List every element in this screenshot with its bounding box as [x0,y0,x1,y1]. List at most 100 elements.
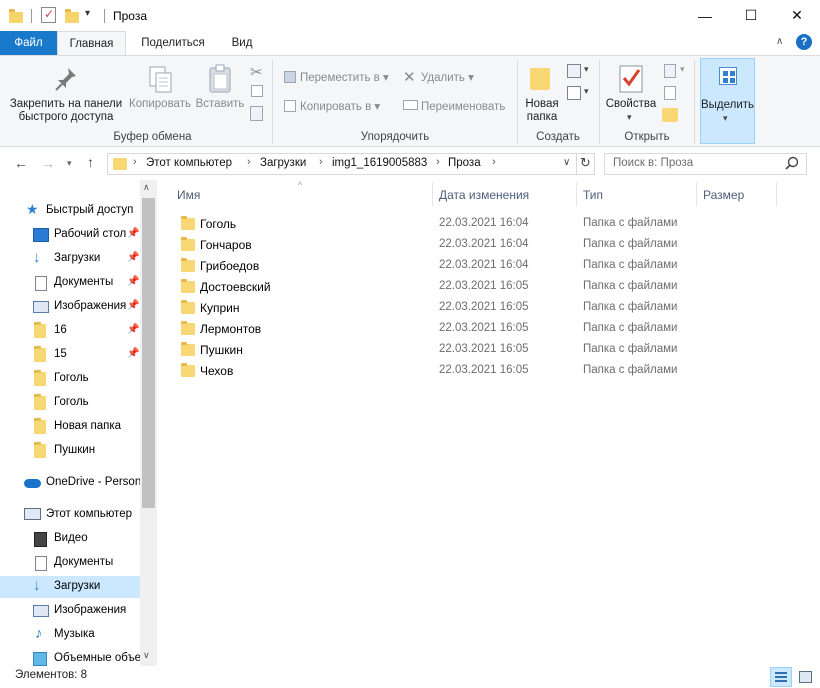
back-button[interactable]: ← [14,155,28,171]
divider[interactable] [432,182,433,206]
forward-button[interactable]: → [41,155,55,171]
nav-scrollbar[interactable]: ∧ ∨ [140,180,157,666]
list-item[interactable]: Пушкин 22.03.2021 16:05 Папка с файлами [172,339,692,360]
move-to-button[interactable]: Переместить в ▾ [300,72,389,85]
document-icon [35,556,47,571]
copy-to-button[interactable]: Копировать в ▾ [300,101,380,114]
sort-ascending-icon: ^ [298,180,303,190]
column-size[interactable]: Размер [703,188,744,202]
details-view-button[interactable] [770,667,792,687]
tab-file[interactable]: Файл [0,31,57,55]
recent-locations-button[interactable]: ▾ [67,158,72,169]
address-history-dropdown[interactable]: ∨ [563,157,570,168]
qat-customize-dropdown[interactable]: ▾ [85,8,90,19]
chevron-down-icon: ▾ [627,112,632,122]
column-date[interactable]: Дата изменения [439,188,529,202]
breadcrumb-img1[interactable]: img1_1619005883 [332,157,427,169]
pin-button[interactable]: Закрепить на панели быстрого доступа [6,98,126,124]
list-item[interactable]: Достоевский 22.03.2021 16:05 Папка с фай… [172,276,692,297]
minimize-button[interactable]: — [682,0,728,31]
scroll-down-icon[interactable]: ∨ [143,650,150,661]
search-input[interactable]: Поиск в: Проза [604,153,807,175]
divider[interactable] [576,182,577,206]
list-item[interactable]: Чехов 22.03.2021 16:05 Папка с файлами [172,360,692,381]
breadcrumb-this-pc[interactable]: Этот компьютер [146,157,232,169]
tab-share[interactable]: Поделиться [130,31,216,55]
rename-button[interactable]: Переименовать [421,101,505,114]
list-item[interactable]: Грибоедов 22.03.2021 16:04 Папка с файла… [172,255,692,276]
divider [31,9,32,23]
nav-music[interactable]: ♪ Музыка [0,624,140,646]
history-icon[interactable] [662,108,678,122]
nav-quick-access[interactable]: ★ Быстрый доступ [0,200,140,222]
paste-shortcut-icon[interactable] [250,106,263,121]
divider[interactable] [776,182,777,206]
folder-icon [181,216,195,230]
column-type[interactable]: Тип [583,188,603,202]
open-icon[interactable] [664,64,676,78]
item-type: Папка с файлами [583,280,678,292]
nav-recent-gogol-2[interactable]: Гоголь [0,392,140,414]
nav-downloads[interactable]: ↓ Загрузки 📌 [0,248,140,270]
nav-this-pc[interactable]: Этот компьютер [0,504,140,526]
folder-icon [34,442,46,458]
properties-qat-button[interactable]: ✓ [41,7,56,23]
copy-path-icon[interactable] [251,85,263,97]
item-date: 22.03.2021 16:04 [439,238,529,250]
up-button[interactable]: ↑ [87,154,94,170]
large-icons-view-button[interactable] [794,667,816,687]
tab-home[interactable]: Главная [57,31,126,56]
nav-documents[interactable]: Документы 📌 [0,272,140,294]
nav-folder-16[interactable]: 16 📌 [0,320,140,342]
rename-icon [403,100,418,110]
list-item[interactable]: Куприн 22.03.2021 16:05 Папка с файлами [172,297,692,318]
edit-icon[interactable] [664,86,676,100]
nav-videos[interactable]: Видео [0,528,140,550]
close-button[interactable]: ✕ [774,0,820,31]
nav-folder-15[interactable]: 15 📌 [0,344,140,366]
delete-button[interactable]: Удалить ▾ [421,72,474,85]
easy-access-icon[interactable] [567,86,581,100]
refresh-button[interactable]: ↻ [580,155,591,171]
folder-icon [181,300,195,314]
select-button[interactable]: Выделить ▾ [700,58,755,144]
new-folder-button[interactable]: Новая папка [522,98,562,124]
nav-onedrive[interactable]: OneDrive - Personal [0,472,140,494]
nav-pc-downloads[interactable]: ↓ Загрузки [0,576,140,598]
breadcrumb-downloads[interactable]: Загрузки [260,157,306,169]
download-arrow-icon: ↓ [33,249,41,266]
item-date: 22.03.2021 16:05 [439,343,529,355]
divider [694,60,695,144]
cut-icon[interactable]: ✂ [250,63,263,81]
nav-recent-new-folder[interactable]: Новая папка [0,416,140,438]
nav-pictures[interactable]: Изображения 📌 [0,296,140,318]
nav-recent-pushkin[interactable]: Пушкин [0,440,140,462]
list-item[interactable]: Гоголь 22.03.2021 16:04 Папка с файлами [172,213,692,234]
new-item-icon[interactable] [567,64,581,78]
copy-button[interactable]: Копировать [127,98,193,111]
properties-button[interactable]: Свойства [604,98,658,111]
breadcrumb-proza[interactable]: Проза [448,157,481,169]
collapse-ribbon-icon[interactable]: ∧ [776,36,783,47]
tab-view[interactable]: Вид [222,31,262,55]
address-bar[interactable]: › Этот компьютер › Загрузки › img1_16190… [107,153,595,175]
column-name[interactable]: Имя [177,188,200,202]
divider[interactable] [696,182,697,206]
nav-desktop[interactable]: Рабочий стол 📌 [0,224,140,246]
chevron-down-icon: ▾ [680,64,685,74]
paste-button[interactable]: Вставить [194,98,246,111]
list-item[interactable]: Гончаров 22.03.2021 16:04 Папка с файлам… [172,234,692,255]
nav-scroll-thumb[interactable] [142,198,155,508]
pin-icon: 📌 [127,348,140,359]
nav-pc-pictures[interactable]: Изображения [0,600,140,622]
new-folder-qat-button[interactable] [65,9,79,23]
help-icon[interactable]: ? [796,34,812,50]
scroll-up-icon[interactable]: ∧ [143,182,150,193]
chevron-right-icon: › [436,156,440,168]
nav-3d-objects[interactable]: Объемные объекты [0,648,140,666]
nav-pc-documents[interactable]: Документы [0,552,140,574]
chevron-right-icon: › [492,156,496,168]
maximize-button[interactable]: ☐ [728,0,774,31]
nav-recent-gogol-1[interactable]: Гоголь [0,368,140,390]
list-item[interactable]: Лермонтов 22.03.2021 16:05 Папка с файла… [172,318,692,339]
